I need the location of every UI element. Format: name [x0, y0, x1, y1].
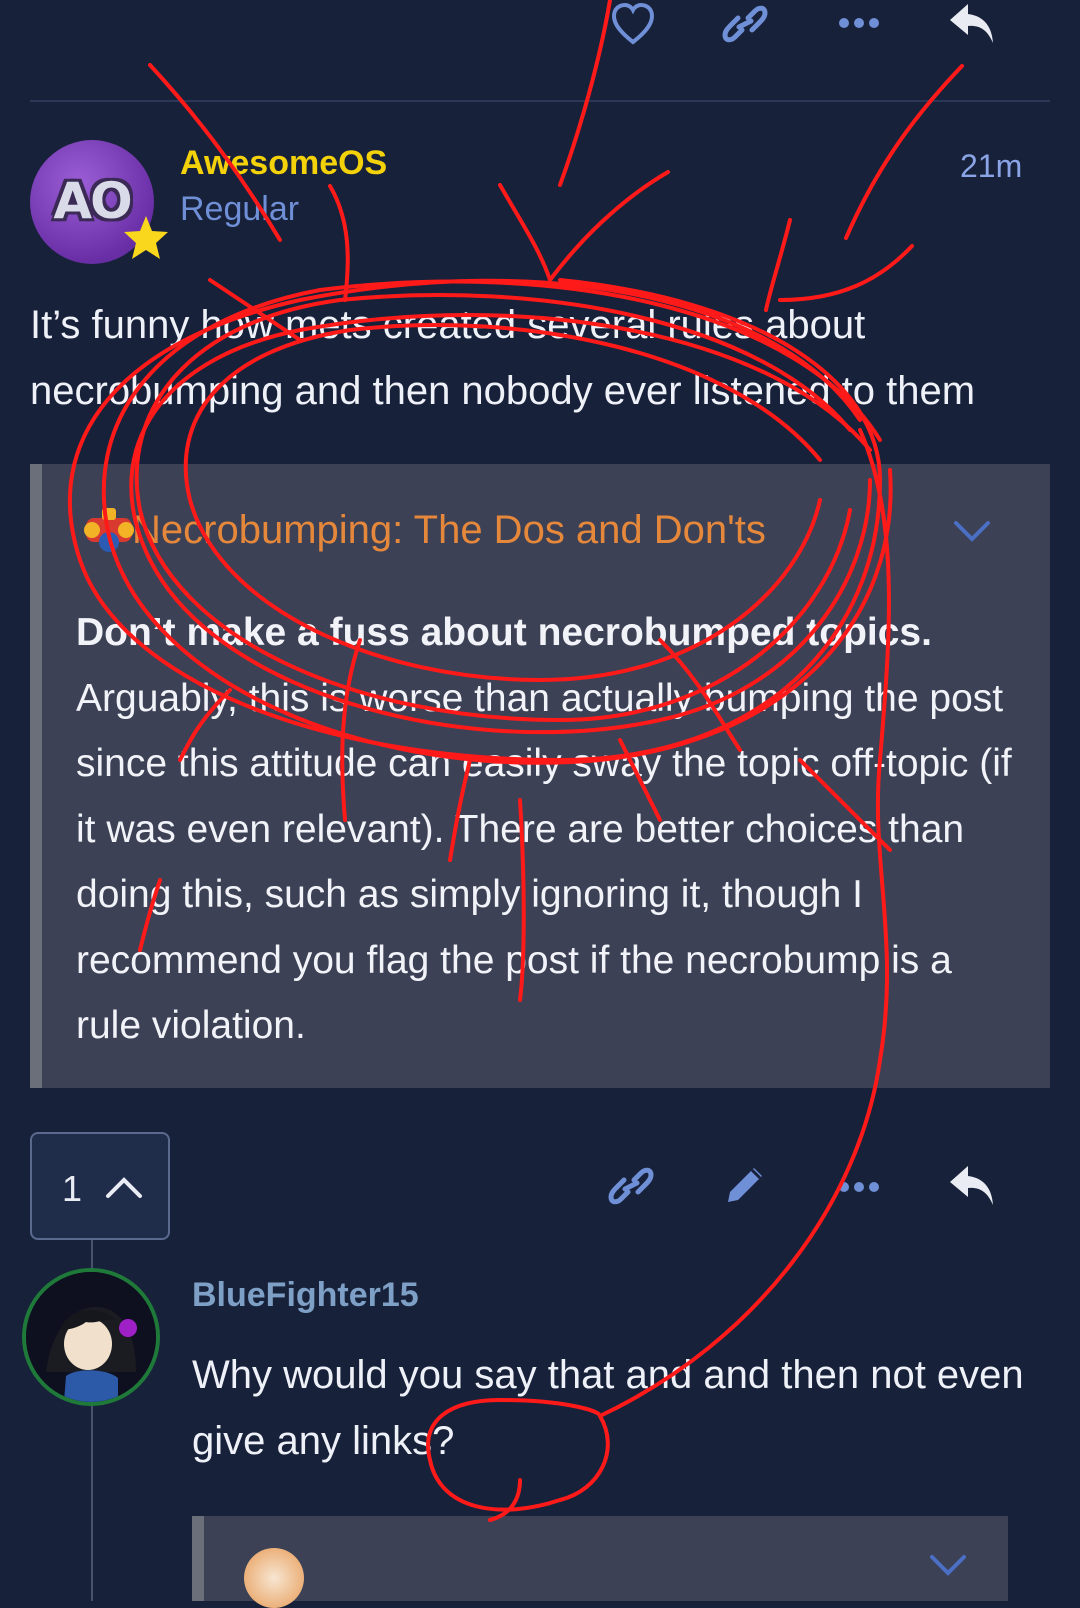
- reply-count: 1: [62, 1168, 83, 1209]
- post-timestamp[interactable]: 21m: [960, 148, 1022, 185]
- heart-icon[interactable]: [610, 2, 656, 46]
- reply-count-button[interactable]: 1: [30, 1132, 170, 1240]
- reply-icon[interactable]: [948, 1164, 996, 1208]
- pencil-icon[interactable]: [722, 1162, 768, 1208]
- reply-avatar[interactable]: [22, 1268, 160, 1406]
- link-icon[interactable]: [722, 4, 768, 44]
- post-body: It’s funny how mets created several rule…: [30, 303, 976, 413]
- more-icon[interactable]: [838, 16, 880, 30]
- link-icon[interactable]: [608, 1166, 654, 1206]
- post-divider: [30, 100, 1050, 102]
- topic-emoji-icon: [84, 508, 134, 552]
- star-icon: [124, 216, 168, 259]
- quote-body: Don’t make a fuss about necrobumped topi…: [76, 600, 1016, 1059]
- more-icon[interactable]: [838, 1180, 880, 1194]
- character-icon: [26, 1272, 156, 1402]
- reply-quote-block: [192, 1516, 1008, 1608]
- quote-bold-line: Don’t make a fuss about necrobumped topi…: [76, 611, 932, 654]
- chevron-down-icon[interactable]: [928, 1552, 968, 1578]
- quote-topic-link[interactable]: Necrobumping: The Dos and Don'ts: [132, 508, 766, 553]
- reply-icon[interactable]: [948, 2, 996, 46]
- post-author[interactable]: AwesomeOS: [180, 144, 387, 183]
- quote-text: Arguably, this is worse than actually bu…: [76, 676, 1012, 1048]
- user-title: Regular: [180, 190, 300, 228]
- chevron-down-icon[interactable]: [952, 518, 992, 544]
- chevron-up-icon: [106, 1177, 142, 1198]
- reply-author[interactable]: BlueFighter15: [192, 1276, 419, 1315]
- reply-body: Why would you say that and and then not …: [192, 1353, 1024, 1463]
- topic-emoji-icon: [244, 1548, 304, 1608]
